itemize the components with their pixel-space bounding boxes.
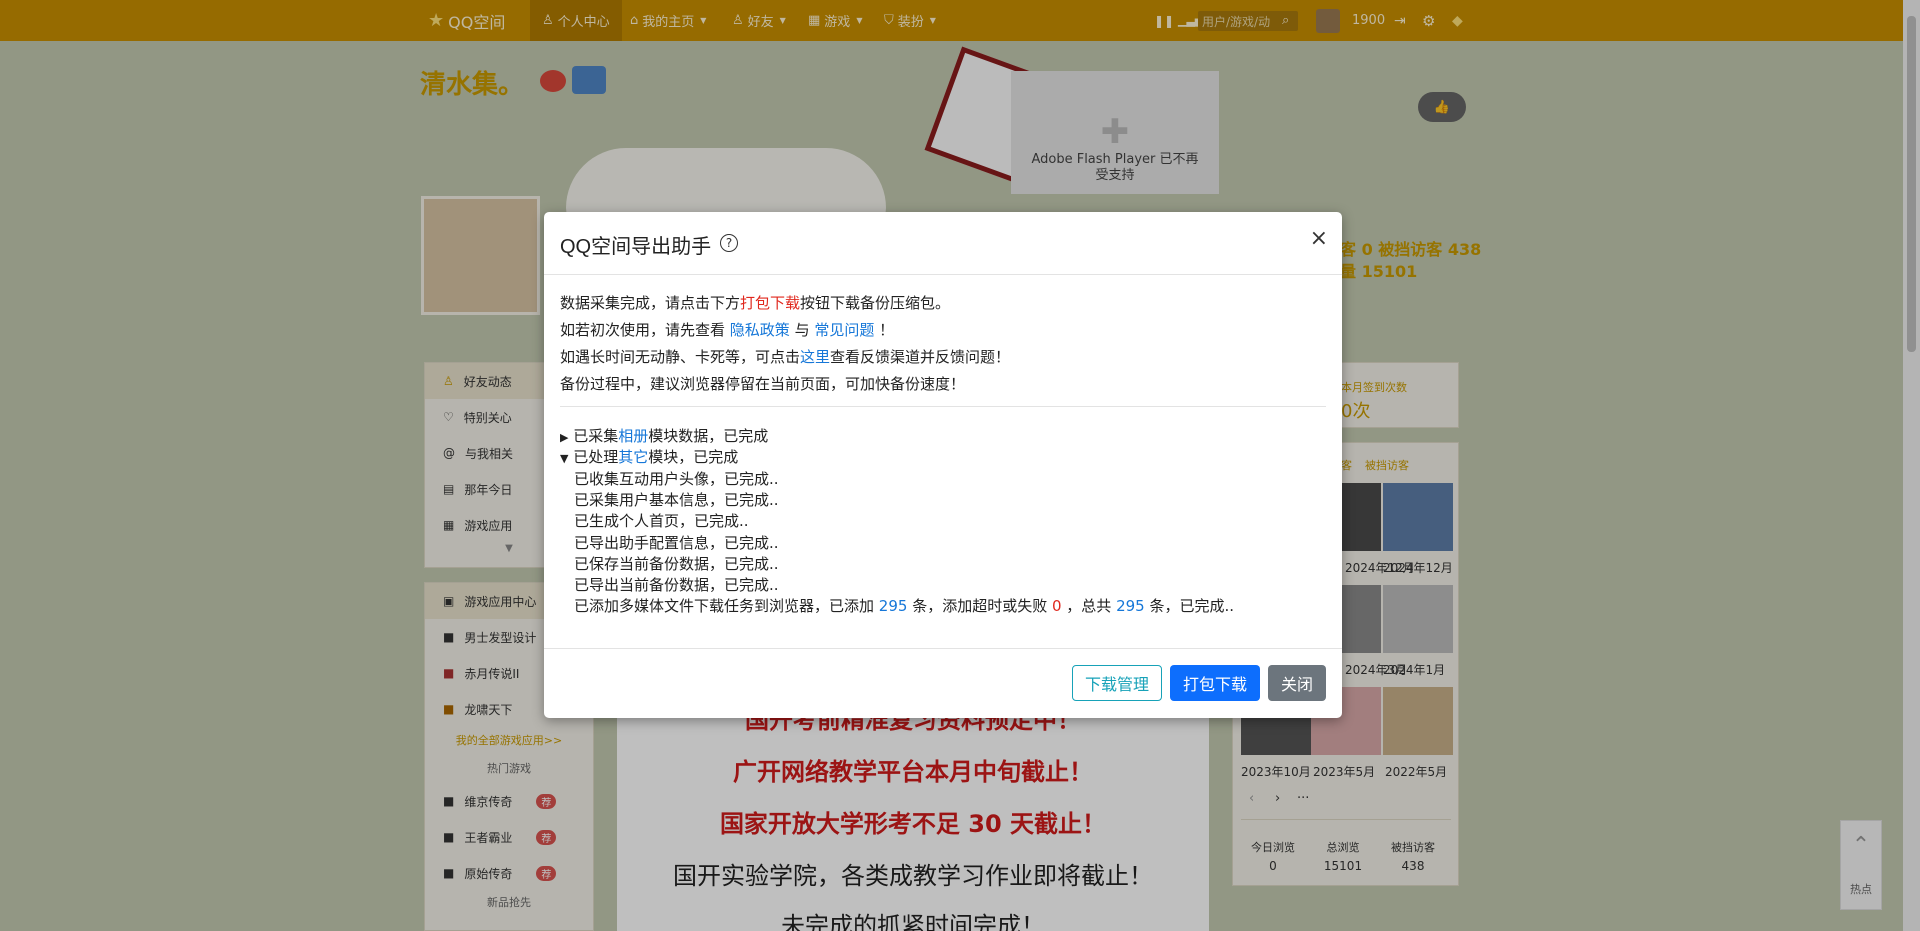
divider <box>544 274 1342 275</box>
close-icon[interactable]: × <box>1310 226 1328 251</box>
download-manager-button[interactable]: 下载管理 <box>1072 665 1162 701</box>
divider <box>544 648 1342 649</box>
status-line: 如遇长时间无动静、卡死等，可点击这里查看反馈渠道并反馈问题！ <box>560 348 1011 366</box>
status-line: 数据采集完成，请点击下方打包下载按钮下载备份压缩包。 <box>560 294 951 312</box>
export-helper-dialog: QQ空间导出助手 ? × 数据采集完成，请点击下方打包下载按钮下载备份压缩包。 … <box>544 212 1342 718</box>
package-download-button[interactable]: 打包下载 <box>1170 665 1260 701</box>
help-icon[interactable]: ? <box>720 234 738 252</box>
feedback-link[interactable]: 这里 <box>800 348 830 366</box>
triangle-down-icon: ▼ <box>560 452 569 465</box>
faq-link[interactable]: 常见问题 <box>814 321 874 339</box>
step-line: 已导出当前备份数据，已完成.. <box>574 576 779 594</box>
other-module-summary[interactable]: ▼ 已处理其它模块，已完成 <box>560 446 738 467</box>
privacy-policy-link[interactable]: 隐私政策 <box>730 321 790 339</box>
status-line: 如若初次使用，请先查看 隐私政策 与 常见问题 ！ <box>560 321 895 339</box>
triangle-right-icon: ▶ <box>560 431 569 444</box>
status-line: 备份过程中，建议浏览器停留在当前页面，可加快备份速度！ <box>560 375 966 393</box>
dialog-title: QQ空间导出助手 <box>560 236 712 258</box>
step-line: 已导出助手配置信息，已完成.. <box>574 534 779 552</box>
step-line: 已生成个人首页，已完成.. <box>574 512 749 530</box>
step-line: 已收集互动用户头像，已完成.. <box>574 470 779 488</box>
close-button[interactable]: 关闭 <box>1268 665 1326 701</box>
step-line: 已保存当前备份数据，已完成.. <box>574 555 779 573</box>
step-line: 已采集用户基本信息，已完成.. <box>574 491 779 509</box>
divider <box>560 406 1326 407</box>
media-step-line: 已添加多媒体文件下载任务到浏览器，已添加 295 条，添加超时或失败 0 ，总共… <box>574 597 1235 615</box>
album-module-summary[interactable]: ▶ 已采集相册模块数据，已完成 <box>560 425 768 446</box>
